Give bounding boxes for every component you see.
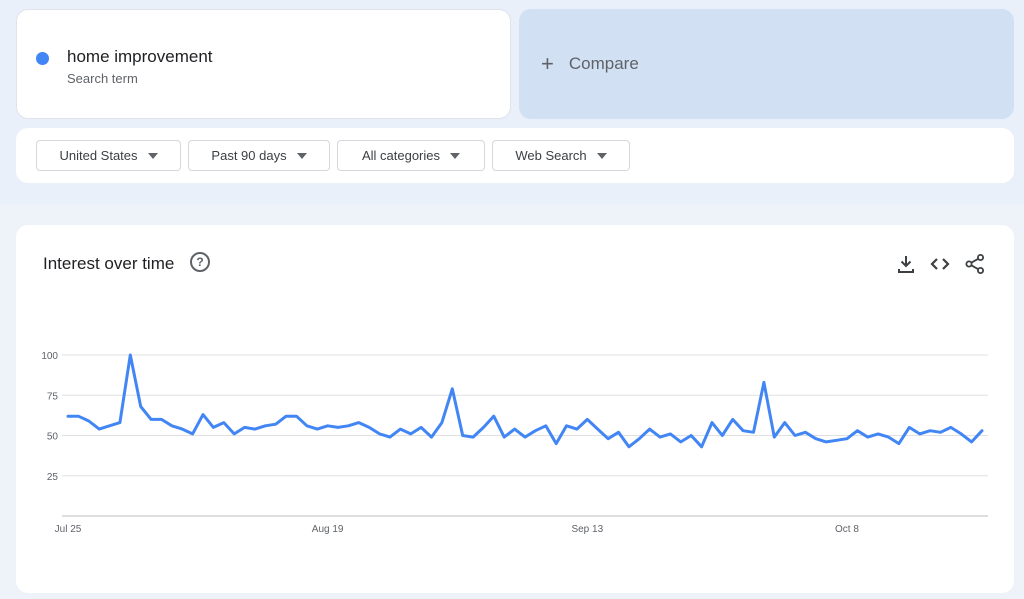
series-color-dot xyxy=(36,52,49,65)
y-tick-label: 75 xyxy=(47,391,59,402)
search-term-card[interactable]: home improvement Search term xyxy=(16,9,511,119)
region-filter-label: United States xyxy=(59,148,138,163)
compare-label: Compare xyxy=(568,54,639,73)
compare-button[interactable]: + Compare xyxy=(519,9,1014,119)
interest-line-chart[interactable]: 25 50 75 100 Jul 25 Aug 19 Sep 13 Oct 8 xyxy=(16,225,1014,593)
y-tick-label: 25 xyxy=(47,472,59,483)
y-tick-label: 50 xyxy=(47,432,59,443)
search-type-filter-label: Web Search xyxy=(515,148,587,163)
dropdown-arrow-icon xyxy=(147,152,158,159)
category-filter-dropdown[interactable]: All categories xyxy=(337,140,485,171)
search-type-filter-dropdown[interactable]: Web Search xyxy=(492,140,630,171)
x-tick-label: Oct 8 xyxy=(835,524,859,535)
x-tick-label: Aug 19 xyxy=(312,524,344,535)
time-range-filter-dropdown[interactable]: Past 90 days xyxy=(188,140,330,171)
dropdown-arrow-icon xyxy=(296,152,307,159)
search-term-name[interactable]: home improvement xyxy=(67,47,213,67)
y-tick-label: 100 xyxy=(41,351,58,362)
region-filter-dropdown[interactable]: United States xyxy=(36,140,181,171)
series-line xyxy=(66,353,984,449)
filters-bar: United States Past 90 days All categorie… xyxy=(16,128,1014,183)
category-filter-label: All categories xyxy=(361,148,441,163)
x-tick-label: Jul 25 xyxy=(55,524,82,535)
search-term-subtitle: Search term xyxy=(67,71,138,86)
interest-over-time-card: Interest over time ? 25 50 75 100 Jul 25 Aug … xyxy=(16,225,1014,593)
time-range-filter-label: Past 90 days xyxy=(211,148,287,163)
dropdown-arrow-icon xyxy=(450,152,461,159)
plus-icon: + xyxy=(541,51,554,76)
dropdown-arrow-icon xyxy=(596,152,607,159)
x-tick-label: Sep 13 xyxy=(571,524,603,535)
